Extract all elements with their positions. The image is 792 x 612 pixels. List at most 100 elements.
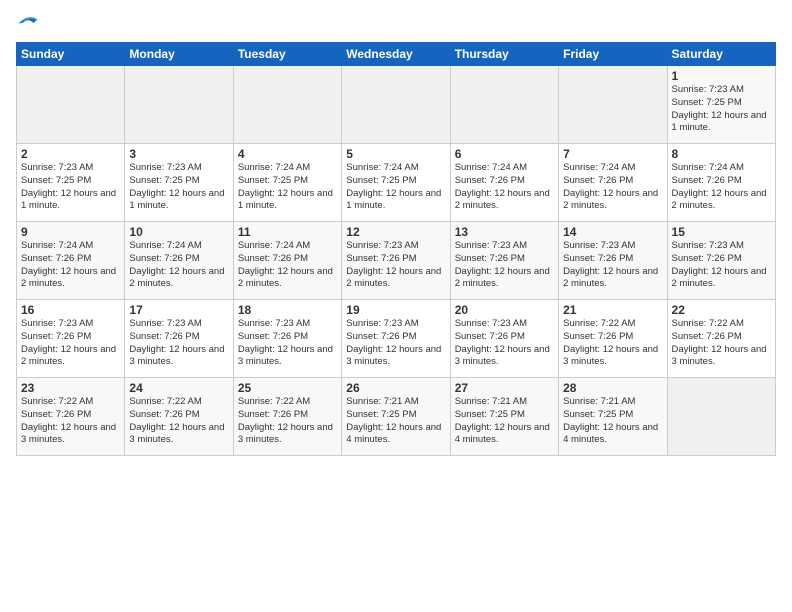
day-info: Sunrise: 7:23 AM Sunset: 7:26 PM Dayligh… — [21, 318, 120, 369]
day-number: 13 — [455, 225, 554, 239]
day-info: Sunrise: 7:24 AM Sunset: 7:26 PM Dayligh… — [563, 162, 662, 213]
day-number: 23 — [21, 381, 120, 395]
day-info: Sunrise: 7:23 AM Sunset: 7:26 PM Dayligh… — [346, 318, 445, 369]
day-info: Sunrise: 7:24 AM Sunset: 7:26 PM Dayligh… — [672, 162, 771, 213]
calendar-week-2: 9Sunrise: 7:24 AM Sunset: 7:26 PM Daylig… — [17, 222, 776, 300]
day-number: 20 — [455, 303, 554, 317]
calendar-cell-1-1: 3Sunrise: 7:23 AM Sunset: 7:25 PM Daylig… — [125, 144, 233, 222]
calendar-week-0: 1Sunrise: 7:23 AM Sunset: 7:25 PM Daylig… — [17, 66, 776, 144]
day-info: Sunrise: 7:21 AM Sunset: 7:25 PM Dayligh… — [455, 396, 554, 447]
day-number: 18 — [238, 303, 337, 317]
day-info: Sunrise: 7:21 AM Sunset: 7:25 PM Dayligh… — [346, 396, 445, 447]
logo-icon — [17, 12, 39, 34]
calendar-cell-3-3: 19Sunrise: 7:23 AM Sunset: 7:26 PM Dayli… — [342, 300, 450, 378]
calendar-header-wednesday: Wednesday — [342, 43, 450, 66]
calendar-cell-3-0: 16Sunrise: 7:23 AM Sunset: 7:26 PM Dayli… — [17, 300, 125, 378]
day-info: Sunrise: 7:22 AM Sunset: 7:26 PM Dayligh… — [563, 318, 662, 369]
day-number: 27 — [455, 381, 554, 395]
day-number: 11 — [238, 225, 337, 239]
day-number: 24 — [129, 381, 228, 395]
calendar-cell-4-1: 24Sunrise: 7:22 AM Sunset: 7:26 PM Dayli… — [125, 378, 233, 456]
calendar-cell-3-1: 17Sunrise: 7:23 AM Sunset: 7:26 PM Dayli… — [125, 300, 233, 378]
day-info: Sunrise: 7:23 AM Sunset: 7:26 PM Dayligh… — [455, 318, 554, 369]
calendar-cell-2-1: 10Sunrise: 7:24 AM Sunset: 7:26 PM Dayli… — [125, 222, 233, 300]
calendar-cell-0-0 — [17, 66, 125, 144]
day-info: Sunrise: 7:23 AM Sunset: 7:26 PM Dayligh… — [563, 240, 662, 291]
calendar-cell-0-2 — [233, 66, 341, 144]
calendar-cell-1-0: 2Sunrise: 7:23 AM Sunset: 7:25 PM Daylig… — [17, 144, 125, 222]
calendar-header-friday: Friday — [559, 43, 667, 66]
day-number: 15 — [672, 225, 771, 239]
day-number: 28 — [563, 381, 662, 395]
day-number: 12 — [346, 225, 445, 239]
calendar-header-tuesday: Tuesday — [233, 43, 341, 66]
calendar-cell-0-1 — [125, 66, 233, 144]
day-number: 22 — [672, 303, 771, 317]
day-info: Sunrise: 7:24 AM Sunset: 7:25 PM Dayligh… — [346, 162, 445, 213]
day-info: Sunrise: 7:23 AM Sunset: 7:26 PM Dayligh… — [346, 240, 445, 291]
day-number: 3 — [129, 147, 228, 161]
day-info: Sunrise: 7:23 AM Sunset: 7:26 PM Dayligh… — [238, 318, 337, 369]
day-info: Sunrise: 7:24 AM Sunset: 7:26 PM Dayligh… — [21, 240, 120, 291]
day-info: Sunrise: 7:24 AM Sunset: 7:25 PM Dayligh… — [238, 162, 337, 213]
calendar-week-1: 2Sunrise: 7:23 AM Sunset: 7:25 PM Daylig… — [17, 144, 776, 222]
calendar-cell-2-4: 13Sunrise: 7:23 AM Sunset: 7:26 PM Dayli… — [450, 222, 558, 300]
calendar-cell-4-6 — [667, 378, 775, 456]
day-number: 9 — [21, 225, 120, 239]
calendar-header-saturday: Saturday — [667, 43, 775, 66]
day-info: Sunrise: 7:24 AM Sunset: 7:26 PM Dayligh… — [129, 240, 228, 291]
day-number: 21 — [563, 303, 662, 317]
calendar-cell-2-5: 14Sunrise: 7:23 AM Sunset: 7:26 PM Dayli… — [559, 222, 667, 300]
calendar-header-row: SundayMondayTuesdayWednesdayThursdayFrid… — [17, 43, 776, 66]
calendar-cell-1-2: 4Sunrise: 7:24 AM Sunset: 7:25 PM Daylig… — [233, 144, 341, 222]
day-number: 7 — [563, 147, 662, 161]
calendar-cell-2-6: 15Sunrise: 7:23 AM Sunset: 7:26 PM Dayli… — [667, 222, 775, 300]
calendar-cell-1-3: 5Sunrise: 7:24 AM Sunset: 7:25 PM Daylig… — [342, 144, 450, 222]
calendar-cell-4-3: 26Sunrise: 7:21 AM Sunset: 7:25 PM Dayli… — [342, 378, 450, 456]
day-info: Sunrise: 7:23 AM Sunset: 7:26 PM Dayligh… — [129, 318, 228, 369]
calendar-table: SundayMondayTuesdayWednesdayThursdayFrid… — [16, 42, 776, 456]
day-number: 17 — [129, 303, 228, 317]
calendar-cell-0-4 — [450, 66, 558, 144]
calendar-cell-3-2: 18Sunrise: 7:23 AM Sunset: 7:26 PM Dayli… — [233, 300, 341, 378]
day-info: Sunrise: 7:22 AM Sunset: 7:26 PM Dayligh… — [238, 396, 337, 447]
calendar-cell-3-6: 22Sunrise: 7:22 AM Sunset: 7:26 PM Dayli… — [667, 300, 775, 378]
calendar-cell-4-2: 25Sunrise: 7:22 AM Sunset: 7:26 PM Dayli… — [233, 378, 341, 456]
day-info: Sunrise: 7:22 AM Sunset: 7:26 PM Dayligh… — [21, 396, 120, 447]
calendar-cell-0-3 — [342, 66, 450, 144]
day-number: 5 — [346, 147, 445, 161]
calendar-cell-2-0: 9Sunrise: 7:24 AM Sunset: 7:26 PM Daylig… — [17, 222, 125, 300]
day-info: Sunrise: 7:23 AM Sunset: 7:25 PM Dayligh… — [21, 162, 120, 213]
day-number: 6 — [455, 147, 554, 161]
day-info: Sunrise: 7:22 AM Sunset: 7:26 PM Dayligh… — [672, 318, 771, 369]
day-info: Sunrise: 7:23 AM Sunset: 7:25 PM Dayligh… — [672, 84, 771, 135]
day-info: Sunrise: 7:23 AM Sunset: 7:26 PM Dayligh… — [455, 240, 554, 291]
calendar-header-thursday: Thursday — [450, 43, 558, 66]
logo — [16, 12, 39, 34]
calendar-cell-4-0: 23Sunrise: 7:22 AM Sunset: 7:26 PM Dayli… — [17, 378, 125, 456]
day-info: Sunrise: 7:21 AM Sunset: 7:25 PM Dayligh… — [563, 396, 662, 447]
day-number: 8 — [672, 147, 771, 161]
day-number: 19 — [346, 303, 445, 317]
day-number: 16 — [21, 303, 120, 317]
calendar-cell-3-4: 20Sunrise: 7:23 AM Sunset: 7:26 PM Dayli… — [450, 300, 558, 378]
day-number: 25 — [238, 381, 337, 395]
day-number: 26 — [346, 381, 445, 395]
day-info: Sunrise: 7:23 AM Sunset: 7:25 PM Dayligh… — [129, 162, 228, 213]
day-info: Sunrise: 7:23 AM Sunset: 7:26 PM Dayligh… — [672, 240, 771, 291]
day-number: 14 — [563, 225, 662, 239]
calendar-cell-0-5 — [559, 66, 667, 144]
day-number: 4 — [238, 147, 337, 161]
calendar-cell-0-6: 1Sunrise: 7:23 AM Sunset: 7:25 PM Daylig… — [667, 66, 775, 144]
calendar-cell-1-4: 6Sunrise: 7:24 AM Sunset: 7:26 PM Daylig… — [450, 144, 558, 222]
day-info: Sunrise: 7:24 AM Sunset: 7:26 PM Dayligh… — [455, 162, 554, 213]
calendar-cell-1-5: 7Sunrise: 7:24 AM Sunset: 7:26 PM Daylig… — [559, 144, 667, 222]
calendar-cell-2-2: 11Sunrise: 7:24 AM Sunset: 7:26 PM Dayli… — [233, 222, 341, 300]
calendar-header-sunday: Sunday — [17, 43, 125, 66]
day-number: 10 — [129, 225, 228, 239]
calendar-cell-2-3: 12Sunrise: 7:23 AM Sunset: 7:26 PM Dayli… — [342, 222, 450, 300]
calendar-cell-4-4: 27Sunrise: 7:21 AM Sunset: 7:25 PM Dayli… — [450, 378, 558, 456]
calendar-week-4: 23Sunrise: 7:22 AM Sunset: 7:26 PM Dayli… — [17, 378, 776, 456]
calendar-cell-1-6: 8Sunrise: 7:24 AM Sunset: 7:26 PM Daylig… — [667, 144, 775, 222]
calendar-cell-3-5: 21Sunrise: 7:22 AM Sunset: 7:26 PM Dayli… — [559, 300, 667, 378]
